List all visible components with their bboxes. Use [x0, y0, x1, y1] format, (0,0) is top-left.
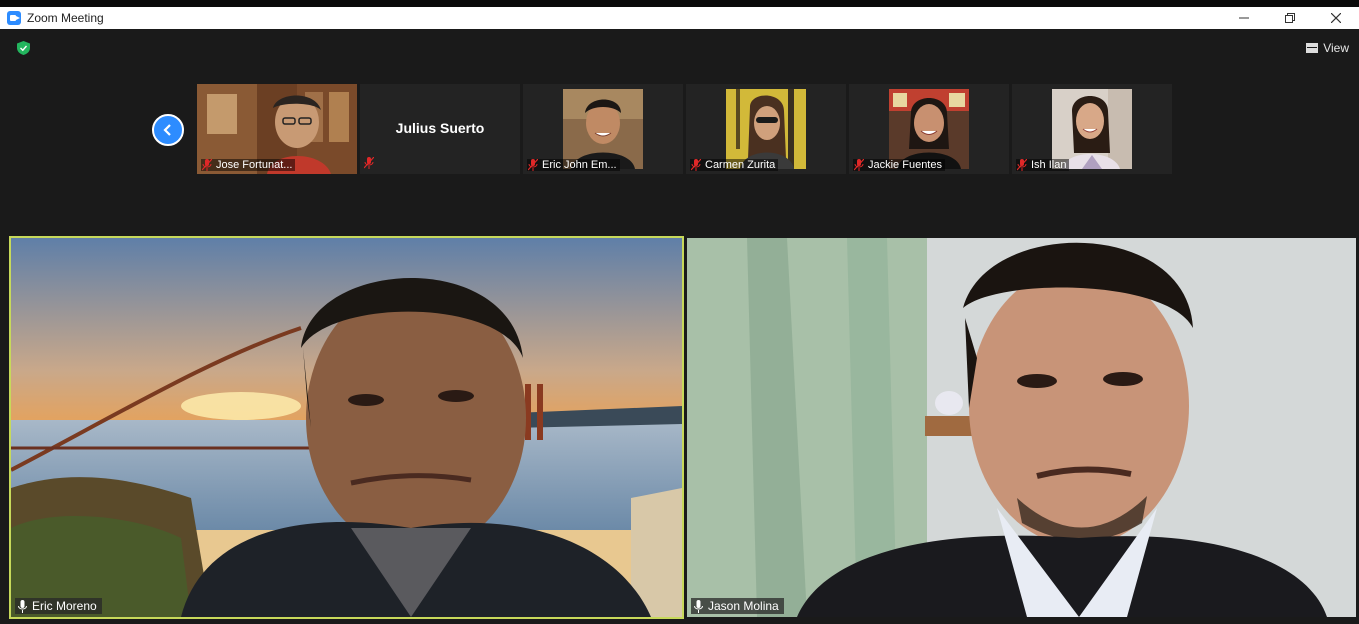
participant-camera-feed	[687, 238, 1356, 617]
participant-name-tag: Ish Ilan	[1016, 159, 1070, 171]
muted-mic-icon	[1017, 159, 1027, 171]
participant-name: Jose Fortunat...	[216, 159, 293, 171]
speaker-name-tag: Eric Moreno	[15, 598, 102, 614]
window-title: Zoom Meeting	[27, 11, 104, 25]
participant-video	[726, 89, 806, 169]
close-button[interactable]	[1313, 7, 1359, 29]
speaker-name-tag: Jason Molina	[691, 598, 784, 614]
participant-name-tag: Carmen Zurita	[690, 159, 779, 171]
meeting-stage: View Jose Fortunat... Julius Suerto Eric…	[0, 29, 1359, 624]
previous-page-button[interactable]	[152, 114, 184, 146]
participant-video	[1052, 89, 1132, 169]
top-edge	[0, 0, 1359, 7]
view-icon	[1306, 43, 1319, 53]
zoom-logo-icon	[7, 11, 21, 25]
participant-name-tag: Jose Fortunat...	[201, 159, 296, 171]
participant-name: Jackie Fuentes	[868, 159, 942, 171]
muted-mic-icon	[202, 159, 212, 171]
microphone-icon	[694, 599, 703, 613]
muted-mic-icon	[364, 157, 374, 169]
chevron-left-icon	[163, 124, 171, 136]
minimize-icon	[1239, 17, 1249, 19]
minimize-button[interactable]	[1221, 7, 1267, 29]
virtual-background-image	[11, 238, 682, 617]
participant-video	[563, 89, 643, 169]
restore-icon	[1285, 13, 1295, 23]
participant-name: Ish Ilan	[1031, 159, 1067, 171]
speaker-name: Eric Moreno	[32, 599, 97, 613]
muted-mic-icon	[528, 159, 538, 171]
participant-thumbnail[interactable]: Jackie Fuentes	[849, 84, 1009, 174]
participant-video-main[interactable]: Jason Molina	[687, 238, 1356, 617]
participant-thumbnail[interactable]: Ish Ilan	[1012, 84, 1172, 174]
view-label: View	[1323, 41, 1349, 55]
microphone-icon	[18, 599, 27, 613]
participant-name: Carmen Zurita	[705, 159, 776, 171]
close-icon	[1331, 13, 1341, 23]
view-button[interactable]: View	[1306, 41, 1349, 55]
participant-thumbnail[interactable]: Carmen Zurita	[686, 84, 846, 174]
window-titlebar: Zoom Meeting	[0, 7, 1359, 29]
active-speaker-video[interactable]: Eric Moreno	[9, 236, 684, 619]
speaker-name: Jason Molina	[708, 599, 779, 613]
muted-mic-icon	[691, 159, 701, 171]
participant-name-tag: Jackie Fuentes	[853, 159, 945, 171]
participant-thumbnail[interactable]: Jose Fortunat...	[197, 84, 357, 174]
participant-thumbnail[interactable]: Eric John Em...	[523, 84, 683, 174]
shield-icon[interactable]	[17, 41, 30, 55]
participant-thumbnail[interactable]: Julius Suerto	[360, 84, 520, 174]
participant-video	[889, 89, 969, 169]
window-controls	[1221, 7, 1359, 29]
participant-name: Julius Suerto	[395, 120, 485, 136]
participant-name: Eric John Em...	[542, 159, 617, 171]
gallery-strip: Jose Fortunat... Julius Suerto Eric John…	[197, 84, 1172, 174]
muted-mic-icon	[854, 159, 864, 171]
participant-name-tag: Eric John Em...	[527, 159, 620, 171]
restore-button[interactable]	[1267, 7, 1313, 29]
